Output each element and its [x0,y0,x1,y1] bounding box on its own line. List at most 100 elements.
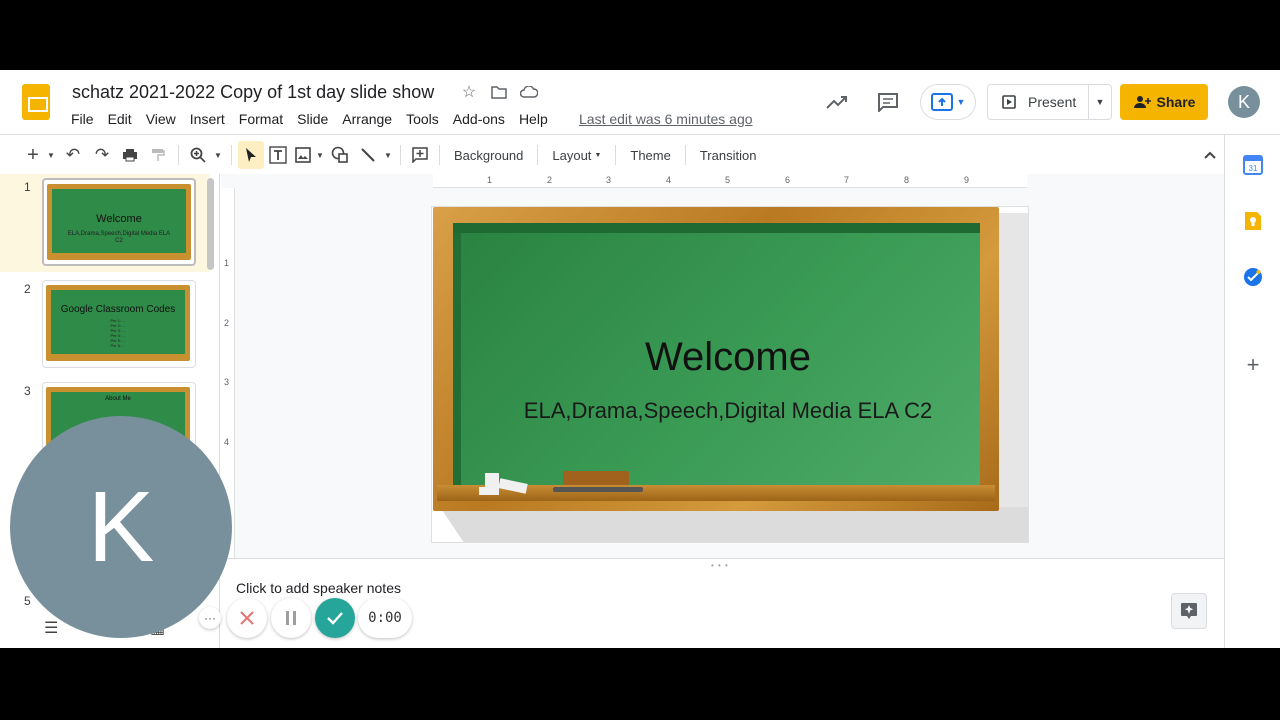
move-folder-icon[interactable] [490,83,508,101]
redo-icon[interactable]: ↷ [88,141,116,169]
zoom-icon[interactable] [185,141,211,169]
select-cursor-icon[interactable] [238,141,264,169]
cancel-recording-button[interactable] [227,598,267,638]
share-label: Share [1156,94,1196,110]
svg-text:31: 31 [1249,164,1258,173]
recording-more-options[interactable]: ··· [199,607,221,629]
filmstrip-scrollbar[interactable] [207,178,214,270]
ruler-mark: 6 [785,175,791,185]
print-icon[interactable] [116,141,144,169]
ruler-mark: 3 [224,377,230,387]
thumbnail-title: Welcome [96,213,142,225]
thumbnail-line: C2 [115,238,123,244]
explore-button[interactable] [1171,593,1207,629]
menu-file[interactable]: File [64,110,101,128]
new-slide-icon[interactable]: + [22,141,44,169]
finish-recording-button[interactable] [315,598,355,638]
present-screen-icon [930,93,953,111]
chevron-down-icon[interactable]: ▼ [211,141,225,169]
current-slide[interactable]: Welcome ELA,Drama,Speech,Digital Media E… [431,206,1029,543]
ruler-mark: 8 [904,175,910,185]
menu-format[interactable]: Format [232,110,290,128]
cloud-saved-icon[interactable] [520,83,538,101]
add-comment-icon[interactable] [407,141,433,169]
pause-recording-button[interactable] [271,598,311,638]
horizontal-ruler: 1 2 3 4 5 6 7 8 9 [433,174,1027,188]
toolbar-divider [537,145,539,165]
slide-thumbnail-1[interactable]: Welcome ELA,Drama,Speech,Digital Media E… [42,178,196,266]
menu-arrange[interactable]: Arrange [335,110,399,128]
camera-bubble-avatar[interactable]: K [10,416,232,638]
toolbar-divider [178,145,179,165]
layout-button[interactable]: Layout ▼ [544,141,609,169]
slide-backdrop-shadow [440,507,1028,542]
slide-number: 1 [24,180,31,194]
list-view-icon[interactable]: ☰ [44,618,58,638]
activity-trend-icon[interactable] [823,90,851,114]
add-addon-icon[interactable]: + [1243,352,1263,377]
slides-logo-icon[interactable] [22,84,50,120]
keep-icon[interactable] [1243,211,1263,231]
collapse-toolbar-icon[interactable] [1196,141,1224,169]
shape-icon[interactable] [326,141,354,169]
theme-button[interactable]: Theme [622,141,678,169]
menu-bar: File Edit View Insert Format Slide Arran… [64,110,555,128]
present-button[interactable]: Present [988,85,1089,119]
present-options-button[interactable]: ▼ [1089,97,1111,107]
menu-slide[interactable]: Slide [290,110,335,128]
comments-icon[interactable] [874,90,902,114]
ruler-mark: 4 [666,175,672,185]
menu-edit[interactable]: Edit [101,110,139,128]
thumbnail-board-surface: Welcome ELA,Drama,Speech,Digital Media E… [52,189,186,253]
menu-addons[interactable]: Add-ons [446,110,512,128]
ruler-mark: 7 [844,175,850,185]
thumbnail-line: Per 6: ... [110,343,126,348]
menu-view[interactable]: View [139,110,183,128]
share-button[interactable]: Share [1120,84,1208,120]
chevron-down-icon[interactable]: ▼ [382,141,394,169]
thumbnail-title: About Me [105,396,131,402]
background-button[interactable]: Background [446,141,531,169]
slide-canvas-area: 1 2 3 4 5 6 7 8 9 1 2 3 4 Welcome ELA,Dr… [221,174,1224,558]
side-panel: 31 + [1224,135,1280,648]
chevron-down-icon[interactable]: ▼ [44,141,58,169]
paint-format-icon[interactable] [144,141,172,169]
chalk-piece [485,473,499,487]
account-avatar[interactable]: K [1228,86,1260,118]
toolbar-divider [400,145,401,165]
pause-icon [286,611,296,625]
menu-tools[interactable]: Tools [399,110,446,128]
menu-help[interactable]: Help [512,110,555,128]
ruler-mark: 3 [606,175,612,185]
calendar-icon[interactable]: 31 [1243,155,1263,175]
slide-title[interactable]: Welcome [493,335,963,380]
last-edit-link[interactable]: Last edit was 6 minutes ago [579,110,753,128]
ruler-mark: 4 [224,437,230,447]
notes-resize-handle[interactable]: • • • [711,561,729,570]
present-to-meeting-button[interactable]: ▼ [920,84,976,120]
tasks-icon[interactable] [1243,267,1263,287]
slide-subtitle[interactable]: ELA,Drama,Speech,Digital Media ELA C2 [513,397,943,425]
slide-backdrop-side [998,213,1028,509]
line-icon[interactable] [354,141,382,169]
eraser-felt [553,487,643,492]
transition-button[interactable]: Transition [692,141,765,169]
thumbnail-chalkboard: Google Classroom Codes Per 1: ... Per 2:… [46,285,190,361]
menu-insert[interactable]: Insert [183,110,232,128]
speaker-notes-placeholder[interactable]: Click to add speaker notes [236,580,401,596]
insert-image-icon[interactable] [292,141,314,169]
thumbnail-title: Google Classroom Codes [60,304,176,315]
star-icon[interactable]: ☆ [460,83,478,101]
chalkboard-frame[interactable]: Welcome ELA,Drama,Speech,Digital Media E… [433,207,999,511]
document-title[interactable]: schatz 2021-2022 Copy of 1st day slide s… [72,82,434,103]
check-icon [327,612,343,625]
undo-icon[interactable]: ↶ [58,141,88,169]
chevron-down-icon[interactable]: ▼ [314,141,326,169]
ruler-mark: 2 [224,318,230,328]
slide-thumbnail-2[interactable]: Google Classroom Codes Per 1: ... Per 2:… [42,280,196,368]
ruler-mark: 1 [224,258,230,268]
text-box-icon[interactable] [264,141,292,169]
present-label: Present [1028,94,1077,110]
chalk-piece [479,487,499,495]
chevron-down-icon: ▼ [594,151,602,159]
